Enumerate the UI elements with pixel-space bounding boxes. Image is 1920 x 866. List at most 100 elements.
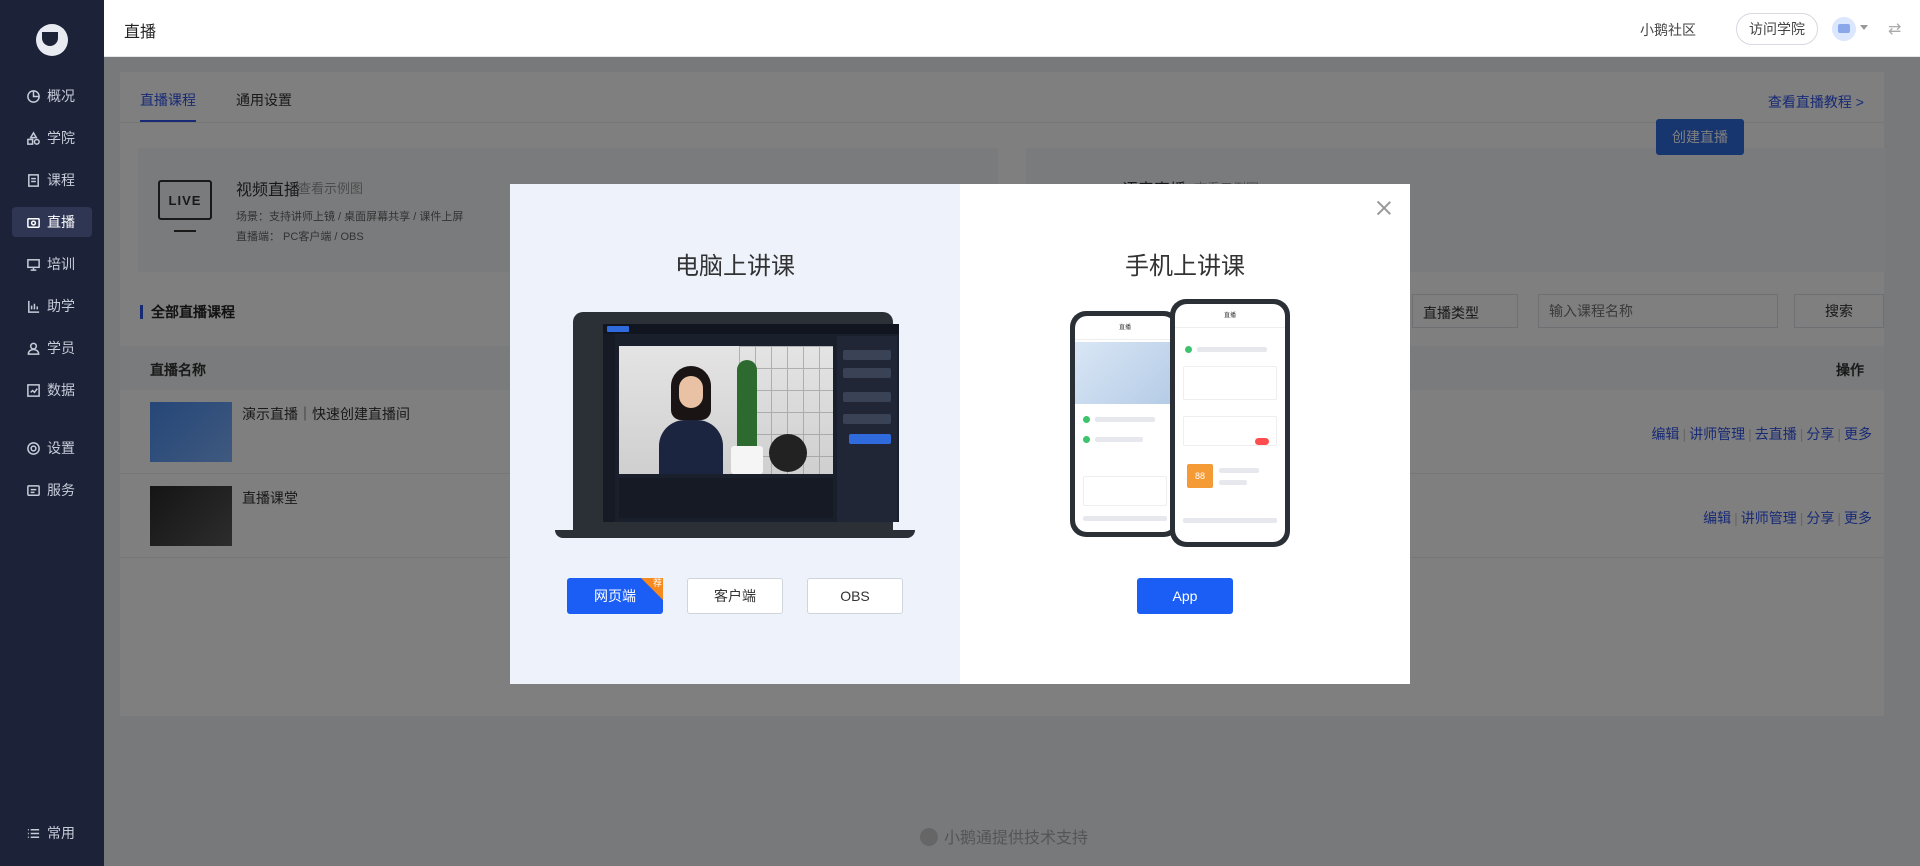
presenter-shirt (659, 420, 723, 474)
app-logo-icon[interactable] (36, 24, 68, 56)
phone-front: 直播 88 (1170, 299, 1290, 547)
sidebar-item-data[interactable]: 数据 (12, 375, 92, 405)
screen-bottom-bar (619, 478, 833, 518)
sidebar-item-live[interactable]: 直播 (12, 207, 92, 237)
sidebar-item-settings[interactable]: 设置 (12, 433, 92, 463)
sidebar-item-label: 课程 (47, 172, 75, 188)
chat-line (1183, 518, 1277, 523)
phone-back: 直播 (1070, 311, 1180, 537)
sidebar-item-study-aid[interactable]: 助学 (12, 291, 92, 321)
sidebar-item-courses[interactable]: 课程 (12, 165, 92, 195)
online-dot (1083, 436, 1090, 443)
topbar: 直播 小鹅社区 访问学院 ⇄ (104, 0, 1920, 57)
chat-line (1197, 347, 1267, 352)
button-label: 客户端 (714, 588, 756, 604)
laptop-illustration (555, 312, 915, 542)
bar-chart-icon (26, 299, 41, 314)
chat-line (1095, 417, 1155, 422)
classroom-photo (1075, 342, 1175, 404)
sidebar-item-academy[interactable]: 学院 (12, 123, 92, 153)
shapes-icon (26, 130, 41, 146)
page-title: 直播 (124, 24, 157, 41)
chat-bubble (843, 414, 891, 424)
sidebar-item-label: 学员 (47, 340, 75, 356)
chat-bubble (849, 434, 891, 444)
chat-line (1083, 516, 1167, 521)
screen-chat-panel (837, 336, 897, 522)
screen-topbar (603, 324, 899, 334)
button-label: App (1172, 588, 1198, 604)
button-label: OBS (840, 588, 870, 604)
switch-icon[interactable]: ⇄ (1888, 19, 1901, 39)
chat-line (1219, 468, 1259, 473)
sidebar: 概况 学院 课程 直播 培训 助学 学员 数据 设置 服务 常用 (0, 0, 104, 866)
chat-line (1095, 437, 1143, 442)
sidebar-item-overview[interactable]: 概况 (12, 81, 92, 111)
user-icon (26, 341, 41, 356)
obs-button[interactable]: OBS (807, 578, 903, 614)
presenter-face (679, 376, 703, 408)
sidebar-item-label: 设置 (47, 440, 75, 456)
chat-bubble (843, 368, 891, 378)
screen-sidebar (603, 334, 615, 522)
gear-icon (26, 441, 41, 456)
laptop-lid (573, 312, 899, 530)
badge-label: 荐 (652, 578, 662, 588)
list-icon (26, 826, 41, 841)
document-icon (26, 173, 41, 188)
pc-teaching-panel: 电脑上讲课 网页端 荐 客户端 OBS (510, 184, 960, 684)
screen-chip (607, 326, 629, 332)
web-client-button[interactable]: 网页端 荐 (567, 578, 663, 614)
visit-academy-button[interactable]: 访问学院 (1736, 13, 1818, 45)
sidebar-item-label: 助学 (47, 298, 75, 314)
avatar[interactable] (1832, 17, 1856, 41)
sidebar-item-label: 培训 (47, 256, 75, 272)
community-link[interactable]: 小鹅社区 (1640, 20, 1696, 40)
phones-illustration: 直播 直播 88 (1070, 299, 1300, 549)
chat-card (1083, 476, 1167, 506)
presenter-figure (659, 366, 723, 474)
button-label: 网页端 (594, 588, 636, 604)
laptop-screen (603, 324, 899, 522)
sidebar-item-label: 学院 (47, 130, 75, 146)
close-icon[interactable] (1374, 198, 1394, 218)
sidebar-item-frequent[interactable]: 常用 (12, 818, 92, 848)
sidebar-item-service[interactable]: 服务 (12, 475, 92, 505)
phone-header: 直播 (1175, 304, 1285, 328)
recommend-badge: 荐 (641, 578, 663, 600)
sidebar-item-training[interactable]: 培训 (12, 249, 92, 279)
chat-line (1219, 480, 1247, 485)
phone-screen: 直播 88 (1175, 304, 1285, 542)
price-tag: 88 (1187, 464, 1213, 488)
phone-screen: 直播 (1075, 316, 1175, 532)
screen-video-preview (619, 346, 833, 474)
red-tag (1255, 438, 1269, 445)
chat-bubble (843, 392, 891, 402)
sidebar-item-label: 服务 (47, 482, 75, 498)
mobile-panel-title: 手机上讲课 (1125, 253, 1245, 280)
mobile-teaching-panel: 手机上讲课 直播 直播 88 App (960, 184, 1410, 684)
service-icon (26, 483, 41, 498)
chat-card (1183, 366, 1277, 400)
sidebar-item-label: 直播 (47, 214, 75, 230)
presentation-board-icon (26, 257, 41, 272)
desktop-client-button[interactable]: 客户端 (687, 578, 783, 614)
laptop-base (555, 530, 915, 538)
pc-panel-title: 电脑上讲课 (675, 253, 795, 280)
chat-bubble (843, 350, 891, 360)
screen-speaker (769, 434, 807, 472)
live-video-icon (26, 215, 41, 230)
app-button[interactable]: App (1137, 578, 1233, 614)
sidebar-item-label: 常用 (47, 825, 75, 841)
online-dot (1185, 346, 1192, 353)
sidebar-item-label: 数据 (47, 382, 75, 398)
phone-header: 直播 (1075, 316, 1175, 340)
pie-chart-icon (26, 89, 41, 104)
screen-pot (731, 446, 763, 474)
sidebar-item-students[interactable]: 学员 (12, 333, 92, 363)
data-report-icon (26, 383, 41, 398)
screen-plant (737, 360, 757, 456)
online-dot (1083, 416, 1090, 423)
chevron-down-icon[interactable] (1860, 25, 1868, 30)
sidebar-item-label: 概况 (47, 88, 75, 104)
